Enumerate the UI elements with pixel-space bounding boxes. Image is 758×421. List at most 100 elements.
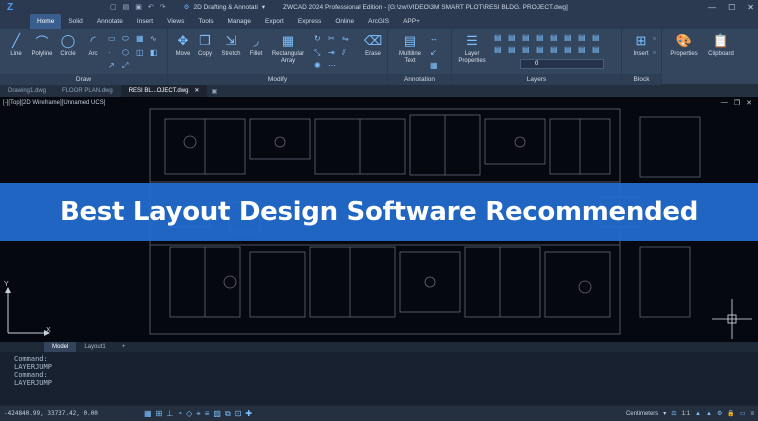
extend-icon[interactable]: ⇥	[328, 48, 335, 57]
layer-tool-icon[interactable]: ▤	[508, 33, 516, 42]
tab-annotate[interactable]: Annotate	[90, 14, 130, 29]
region-icon[interactable]: ◫	[136, 48, 144, 57]
layer-tool-icon[interactable]: ▤	[508, 45, 516, 54]
fillet-button[interactable]: ◞ Fillet	[241, 33, 271, 58]
dimension-icon[interactable]: ↔	[430, 34, 438, 43]
chevron-down-icon[interactable]: ▾	[663, 410, 666, 417]
lock-icon[interactable]: 🔒	[727, 410, 734, 417]
ellipse-icon[interactable]: ⬭	[122, 34, 129, 44]
dynamic-input-icon[interactable]: ⊡	[235, 409, 242, 419]
workspace-icon[interactable]: ⚙	[717, 410, 722, 417]
workspace-switcher[interactable]: ⚙ 2D Drafting & Annotati ▾	[184, 3, 265, 12]
selection-cycling-icon[interactable]: ⧉	[225, 409, 231, 419]
tab-layout1[interactable]: Layout1	[76, 342, 113, 352]
layer-tool-icon[interactable]: ▤	[494, 45, 502, 54]
explode-icon[interactable]: ✺	[314, 61, 321, 70]
tab-solid[interactable]: Solid	[61, 14, 89, 29]
viewport-label[interactable]: [-][Top][2D Wireframe][Unnamed UCS]	[3, 100, 105, 106]
layer-tool-icon[interactable]: ▤	[578, 33, 586, 42]
maximize-button[interactable]: ☐	[728, 3, 735, 12]
annotation-scale-icon[interactable]: ⚖	[671, 410, 676, 417]
xline-icon[interactable]: ⤢	[122, 61, 128, 71]
command-window[interactable]: Command: LAYERJUMP Command: LAYERJUMP	[0, 352, 758, 404]
otrack-icon[interactable]: ⌖	[196, 409, 201, 419]
minimize-button[interactable]: —	[708, 3, 716, 12]
viewport-restore-icon[interactable]: ❐	[734, 99, 740, 107]
osnap-icon[interactable]: ◇	[186, 409, 192, 419]
viewport-close-icon[interactable]: ✕	[746, 99, 752, 107]
units-selector[interactable]: Centimeters	[626, 411, 658, 417]
ray-icon[interactable]: ↗	[108, 61, 115, 70]
new-icon[interactable]: ▢	[110, 3, 117, 11]
layer-tool-icon[interactable]: ▤	[550, 33, 558, 42]
tab-app-plus[interactable]: APP+	[396, 14, 427, 29]
scale-icon[interactable]: ⤡	[314, 48, 320, 58]
tab-export[interactable]: Export	[258, 14, 291, 29]
tab-express[interactable]: Express	[291, 14, 328, 29]
hatch-icon[interactable]: ▦	[136, 34, 144, 43]
viewport-minimize-icon[interactable]: —	[721, 99, 728, 107]
offset-icon[interactable]: ⫽	[342, 48, 346, 58]
block-tool-icon[interactable]: ▫	[653, 34, 656, 43]
rotate-icon[interactable]: ↻	[314, 34, 321, 43]
layer-tool-icon[interactable]: ▤	[494, 33, 502, 42]
table-icon[interactable]: ▦	[430, 61, 438, 70]
doc-tab[interactable]: Drawing1.dwg	[0, 85, 54, 97]
layer-tool-icon[interactable]: ▤	[536, 33, 544, 42]
gradient-icon[interactable]: ◧	[150, 48, 158, 57]
layer-tool-icon[interactable]: ▤	[564, 33, 572, 42]
annotation-scale[interactable]: 1:1	[682, 411, 690, 417]
annotation-visibility-icon[interactable]: ▲	[695, 411, 701, 417]
tab-online[interactable]: Online	[328, 14, 361, 29]
leader-icon[interactable]: ↙	[430, 48, 437, 57]
layer-tool-icon[interactable]: ▤	[550, 45, 558, 54]
clean-screen-icon[interactable]: ▭	[740, 410, 746, 417]
annotation-monitor-icon[interactable]: ✚	[245, 409, 252, 419]
layer-tool-icon[interactable]: ▤	[592, 33, 600, 42]
new-tab-icon[interactable]: ▣	[211, 88, 217, 95]
add-layout-button[interactable]: +	[114, 342, 134, 352]
rectangular-array-button[interactable]: ▦ Rectangular Array	[268, 33, 308, 65]
properties-button[interactable]: 🎨 Properties	[666, 33, 702, 58]
trim-icon[interactable]: ✂	[328, 34, 335, 43]
doc-tab[interactable]: FLOOR PLAN.dwg	[54, 85, 121, 97]
tab-manage[interactable]: Manage	[221, 14, 259, 29]
app-logo-icon[interactable]: Z	[0, 0, 20, 14]
close-button[interactable]: ✕	[747, 3, 754, 12]
clipboard-button[interactable]: 📋 Clipboard	[704, 33, 738, 58]
customize-menu-icon[interactable]: ≡	[750, 411, 754, 417]
transparency-icon[interactable]: ▨	[213, 409, 221, 419]
drawing-viewport[interactable]: [-][Top][2D Wireframe][Unnamed UCS] — ❐ …	[0, 97, 758, 342]
tab-home[interactable]: Home	[30, 14, 62, 29]
polygon-icon[interactable]: ⬡	[122, 48, 129, 57]
layer-tool-icon[interactable]: ▤	[564, 45, 572, 54]
open-icon[interactable]: ▤	[123, 3, 130, 11]
undo-icon[interactable]: ↶	[148, 3, 154, 11]
doc-tab-active[interactable]: RESI BL...OJECT.dwg ✕	[120, 85, 208, 97]
break-icon[interactable]: ⋯	[328, 61, 336, 70]
block-tool-icon[interactable]: ▫	[653, 48, 656, 57]
spline-icon[interactable]: ∿	[150, 34, 157, 43]
tab-model[interactable]: Model	[44, 342, 77, 352]
multiline-text-button[interactable]: ▤ Multiline Text	[392, 33, 428, 65]
mirror-icon[interactable]: ⇋	[342, 34, 349, 43]
tab-views[interactable]: Views	[160, 14, 191, 29]
layer-tool-icon[interactable]: ▤	[522, 45, 530, 54]
layer-tool-icon[interactable]: ▤	[578, 45, 586, 54]
layer-properties-button[interactable]: ☰ Layer Properties	[454, 33, 490, 65]
polar-icon[interactable]: ◔	[177, 409, 182, 419]
rectangle-icon[interactable]: ▭	[108, 34, 116, 43]
layer-dropdown[interactable]: 0	[520, 59, 604, 69]
arc-button[interactable]: ◜ Arc	[78, 33, 108, 58]
redo-icon[interactable]: ↷	[160, 3, 166, 11]
tab-insert[interactable]: Insert	[130, 14, 160, 29]
tab-tools[interactable]: Tools	[191, 14, 220, 29]
layer-tool-icon[interactable]: ▤	[522, 33, 530, 42]
ortho-icon[interactable]: ⊥	[166, 409, 173, 419]
tab-arcgis[interactable]: ArcGIS	[361, 14, 396, 29]
close-icon[interactable]: ✕	[194, 85, 199, 97]
grid-icon[interactable]: ▦	[144, 409, 152, 419]
insert-block-button[interactable]: ⊞ Insert	[626, 33, 656, 58]
auto-scale-icon[interactable]: ▲	[706, 411, 712, 417]
point-icon[interactable]: ·	[108, 48, 111, 57]
